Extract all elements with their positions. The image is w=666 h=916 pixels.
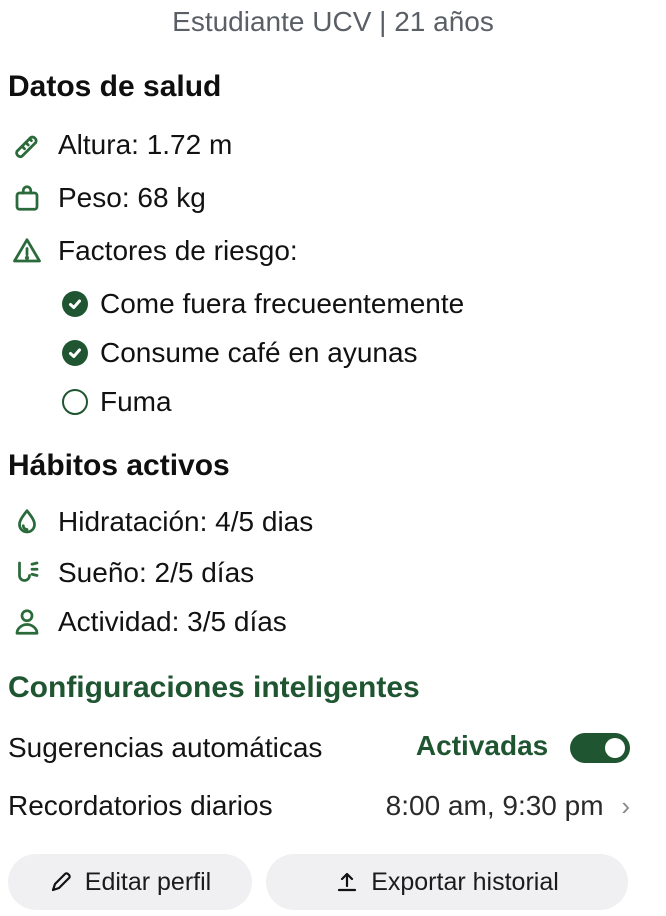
habit-label: Hidratación: 4/5 dias: [58, 506, 314, 537]
edit-profile-label: Editar perfil: [84, 867, 212, 896]
profile-subtitle: Estudiante UCV | 21 años: [172, 6, 494, 37]
risk-factors-label: Factores de riesgo:: [58, 235, 298, 266]
habit-item: Hidratación: 4/5 dias: [10, 505, 313, 539]
suggestions-toggle[interactable]: [570, 732, 630, 763]
hydration-icon: [10, 505, 44, 539]
health-section-title: Datos de salud: [8, 70, 222, 103]
weight-row: Peso: 68 kg: [10, 181, 206, 215]
ruler-icon: [10, 128, 44, 162]
export-history-label: Exportar historial: [371, 867, 559, 896]
height-label: Altura: 1.72 m: [58, 129, 233, 160]
risk-item-label: Consume café en ayunas: [100, 337, 418, 368]
edit-profile-button[interactable]: Editar perfil: [8, 854, 252, 910]
suggestions-control[interactable]: Activadas: [416, 730, 630, 763]
suggestions-status: Activadas: [415, 730, 549, 761]
sleep-icon: [10, 556, 44, 590]
habit-item: Actividad: 3/5 días: [10, 605, 287, 639]
height-row: Altura: 1.72 m: [10, 128, 232, 162]
checked-icon[interactable]: [62, 291, 88, 317]
reminders-label: Recordatorios diarios: [8, 790, 273, 821]
habit-label: Actividad: 3/5 días: [58, 606, 287, 637]
risk-item-label: Come fuera frecueentemente: [100, 288, 465, 319]
chevron-right-icon: ›: [621, 791, 630, 821]
risk-factors-row: Factores de riesgo:: [10, 234, 298, 268]
reminders-value: 8:00 am, 9:30 pm: [385, 790, 604, 821]
reminders-control[interactable]: 8:00 am, 9:30 pm ›: [386, 790, 630, 822]
smart-settings-title: Configuraciones inteligentes: [8, 671, 420, 704]
activity-icon: [10, 605, 44, 639]
warning-icon: [10, 234, 44, 268]
habit-item: Sueño: 2/5 días: [10, 556, 254, 590]
upload-icon: [338, 872, 357, 892]
habits-section-title: Hábitos activos: [8, 449, 230, 482]
checked-icon[interactable]: [62, 340, 88, 366]
risk-item-label: Fuma: [100, 386, 172, 417]
suggestions-label: Sugerencias automáticas: [8, 732, 323, 763]
unchecked-icon[interactable]: [62, 389, 88, 415]
risk-item[interactable]: Come fuera frecueentemente: [62, 288, 464, 320]
bag-icon: [10, 181, 44, 215]
risk-item[interactable]: Consume café en ayunas: [62, 337, 418, 369]
weight-label: Peso: 68 kg: [58, 182, 206, 213]
risk-item[interactable]: Fuma: [62, 386, 172, 418]
export-history-button[interactable]: Exportar historial: [266, 854, 628, 910]
habit-label: Sueño: 2/5 días: [58, 557, 255, 588]
pencil-icon: [51, 872, 71, 892]
